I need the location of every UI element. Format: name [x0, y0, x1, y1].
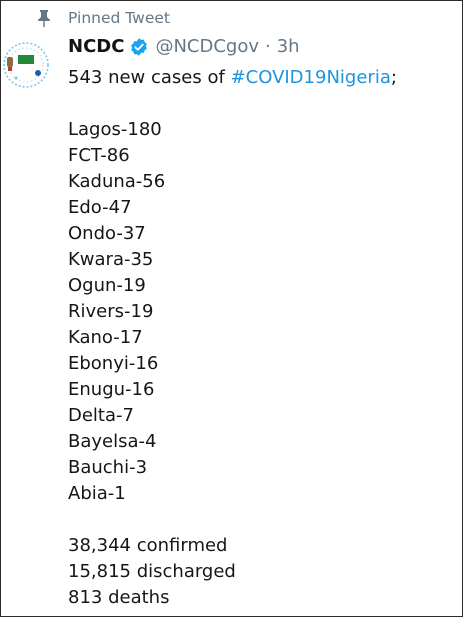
verified-badge-icon [131, 37, 148, 56]
summary-confirmed: 38,344 confirmed [68, 535, 228, 556]
tweet-intro: 543 new cases of #COVID19Nigeria; [68, 65, 397, 91]
pinned-indicator: Pinned Tweet [37, 9, 170, 27]
tweet-header: NCDC @NCDCgov · 3h [68, 36, 300, 57]
summary-deaths: 813 deaths [68, 587, 170, 608]
tweet-text: 543 new cases of #COVID19Nigeria; Lagos-… [68, 65, 397, 611]
tweet-card[interactable]: Pinned Tweet NCDC @NCDCgov · 3h 543 new … [0, 0, 463, 617]
author-name[interactable]: NCDC [68, 36, 124, 57]
state-line: Kwara-35 [68, 249, 154, 270]
pinned-label: Pinned Tweet [68, 9, 170, 27]
state-line: FCT-86 [68, 145, 130, 166]
author-handle[interactable]: @NCDCgov [155, 36, 259, 57]
summary-discharged: 15,815 discharged [68, 561, 236, 582]
state-line: Kano-17 [68, 327, 143, 348]
intro-end: ; [390, 67, 397, 88]
separator-dot: · [265, 36, 271, 57]
state-line: Edo-47 [68, 197, 132, 218]
state-line: Enugu-16 [68, 379, 155, 400]
state-line: Abia-1 [68, 483, 126, 504]
intro-text: 543 new cases of [68, 67, 231, 88]
pin-icon [38, 10, 50, 27]
state-line: Bayelsa-4 [68, 431, 157, 452]
avatar[interactable] [1, 31, 51, 97]
timestamp[interactable]: 3h [277, 36, 300, 57]
state-line: Ondo-37 [68, 223, 146, 244]
state-line: Kaduna-56 [68, 171, 166, 192]
state-line: Rivers-19 [68, 301, 154, 322]
state-line: Lagos-180 [68, 119, 162, 140]
state-line: Delta-7 [68, 405, 134, 426]
hashtag-link[interactable]: #COVID19Nigeria [231, 67, 391, 88]
state-line: Ogun-19 [68, 275, 146, 296]
state-line: Bauchi-3 [68, 457, 148, 478]
state-line: Ebonyi-16 [68, 353, 159, 374]
